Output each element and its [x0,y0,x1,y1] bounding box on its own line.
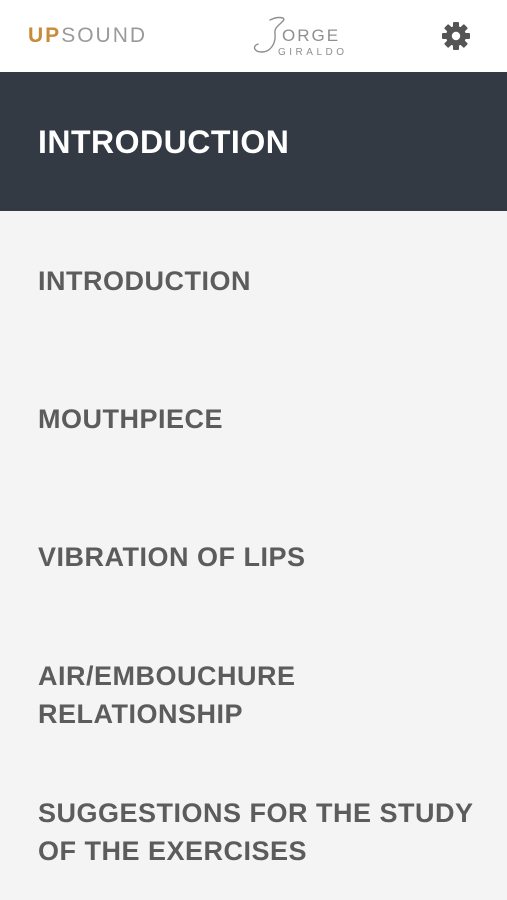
menu-item-label: AIR/EMBOUCHURE RELATIONSHIP [38,661,296,729]
page-title: INTRODUCTION [38,124,290,160]
menu-item-vibration-of-lips[interactable]: VIBRATION OF LIPS [0,488,507,626]
menu-item-air-embouchure-relationship[interactable]: AIR/EMBOUCHURE RELATIONSHIP [0,626,507,764]
jorge-giraldo-signature-logo: ORGE GIRALDO [248,14,360,60]
svg-text:GIRALDO: GIRALDO [278,47,348,58]
app-screen: UPSOUND ORGE GIRALDO INTRODUCTION INTROD… [0,0,507,900]
brand-sound: SOUND [61,24,148,47]
section-header: INTRODUCTION [0,72,507,211]
svg-text:ORGE: ORGE [282,26,340,45]
menu-item-introduction[interactable]: INTRODUCTION [0,211,507,350]
menu-item-label: SUGGESTIONS FOR THE STUDY OF THE EXERCIS… [38,798,474,866]
settings-gear-icon[interactable] [440,20,472,52]
menu-item-suggestions-study-exercises[interactable]: SUGGESTIONS FOR THE STUDY OF THE EXERCIS… [0,764,507,900]
top-bar: UPSOUND ORGE GIRALDO [0,0,507,73]
menu-item-label: INTRODUCTION [38,266,251,296]
upsound-logo: UPSOUND [28,24,147,48]
menu-item-label: VIBRATION OF LIPS [38,542,306,572]
menu-item-mouthpiece[interactable]: MOUTHPIECE [0,350,507,488]
menu-item-label: MOUTHPIECE [38,404,224,434]
brand-up: UP [28,24,62,47]
